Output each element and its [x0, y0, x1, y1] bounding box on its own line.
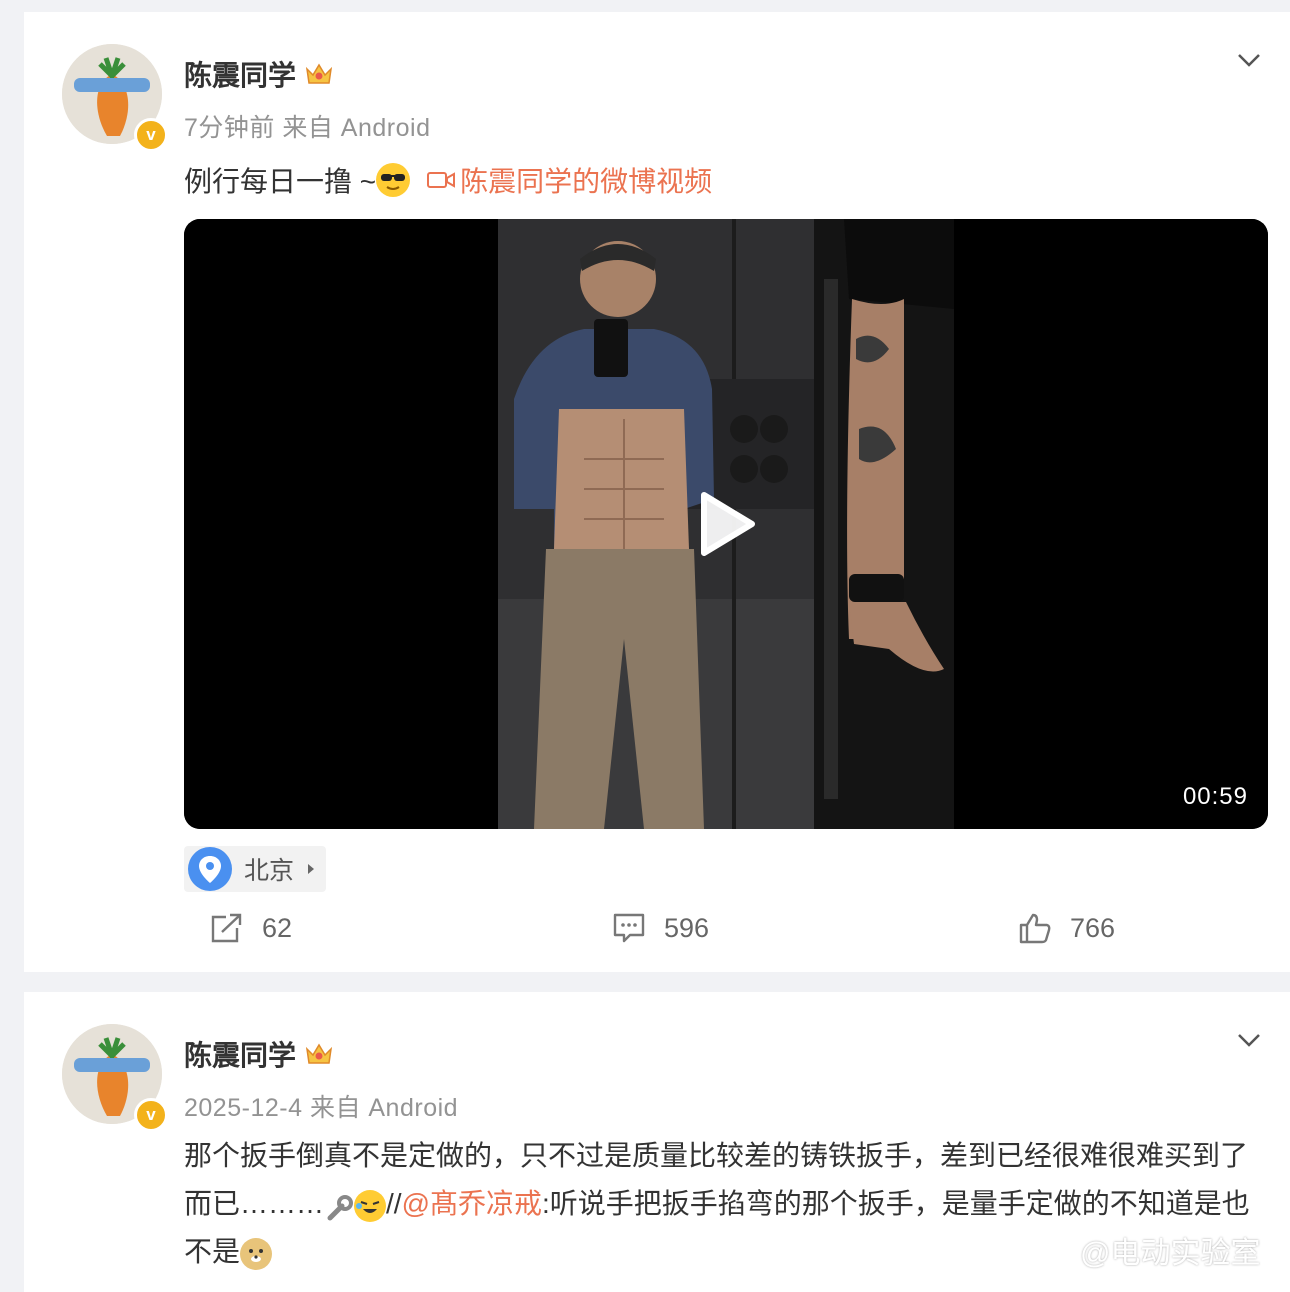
mention-link[interactable]: @髙乔凉戒	[402, 1188, 542, 1219]
video-link[interactable]: 陈震同学的微博视频	[426, 160, 712, 200]
repost-separator: //	[386, 1188, 402, 1219]
post-time[interactable]: 2025-12-4	[184, 1094, 302, 1122]
repost-button[interactable]: 62	[210, 912, 292, 944]
action-bar: 62 596 766	[24, 912, 1290, 958]
like-count: 766	[1070, 912, 1116, 943]
comment-button[interactable]: 596	[612, 912, 709, 944]
verified-badge-icon: v	[134, 1098, 168, 1132]
play-icon[interactable]	[696, 491, 756, 557]
laughing-emoji-icon	[354, 1189, 387, 1222]
location-tag[interactable]: 北京	[184, 846, 327, 892]
verified-badge-icon: v	[134, 118, 168, 152]
watermark: @电动实验室	[1030, 1228, 1260, 1272]
chevron-down-icon[interactable]	[1236, 50, 1262, 70]
caret-right-icon	[308, 864, 315, 874]
post-time[interactable]: 7分钟前	[184, 114, 275, 142]
crown-icon	[305, 1043, 333, 1064]
weibo-logo-icon	[1030, 1236, 1072, 1267]
video-duration: 00:59	[1182, 783, 1248, 810]
feed-card-1: v 陈震同学 7分钟前 来自 Android 例行每日一撸 ~ 陈震同学的微博视…	[24, 12, 1290, 972]
like-button[interactable]: 766	[1018, 912, 1115, 944]
comment-count: 596	[664, 912, 710, 943]
post-source: 来自 Android	[309, 1094, 459, 1122]
repost-count: 62	[262, 912, 293, 943]
post-meta: 7分钟前 来自 Android	[184, 108, 430, 144]
author-name[interactable]: 陈震同学	[184, 54, 296, 94]
watermark-text: @电动实验室	[1080, 1237, 1261, 1270]
video-player[interactable]: 00:59	[184, 219, 1268, 829]
location-pin-icon	[188, 847, 232, 891]
location-label: 北京	[244, 857, 295, 885]
post-meta: 2025-12-4 来自 Android	[184, 1088, 458, 1124]
chevron-down-icon[interactable]	[1236, 1030, 1262, 1050]
repost-icon	[211, 913, 242, 943]
post-text-content: 例行每日一撸 ~	[184, 166, 377, 197]
crown-icon	[305, 63, 333, 84]
post-source: 来自 Android	[282, 114, 431, 142]
sunglasses-emoji-icon	[376, 163, 411, 197]
video-link-label: 陈震同学的微博视频	[460, 166, 713, 197]
post-text: 例行每日一撸 ~ 陈震同学的微博视频	[184, 160, 712, 200]
video-camera-icon	[427, 172, 456, 188]
thumbs-up-icon	[1019, 913, 1051, 944]
comment-icon	[613, 913, 645, 943]
author-name[interactable]: 陈震同学	[184, 1034, 296, 1074]
doge-emoji-icon	[240, 1237, 273, 1270]
wrench-emoji-icon	[324, 1191, 354, 1221]
